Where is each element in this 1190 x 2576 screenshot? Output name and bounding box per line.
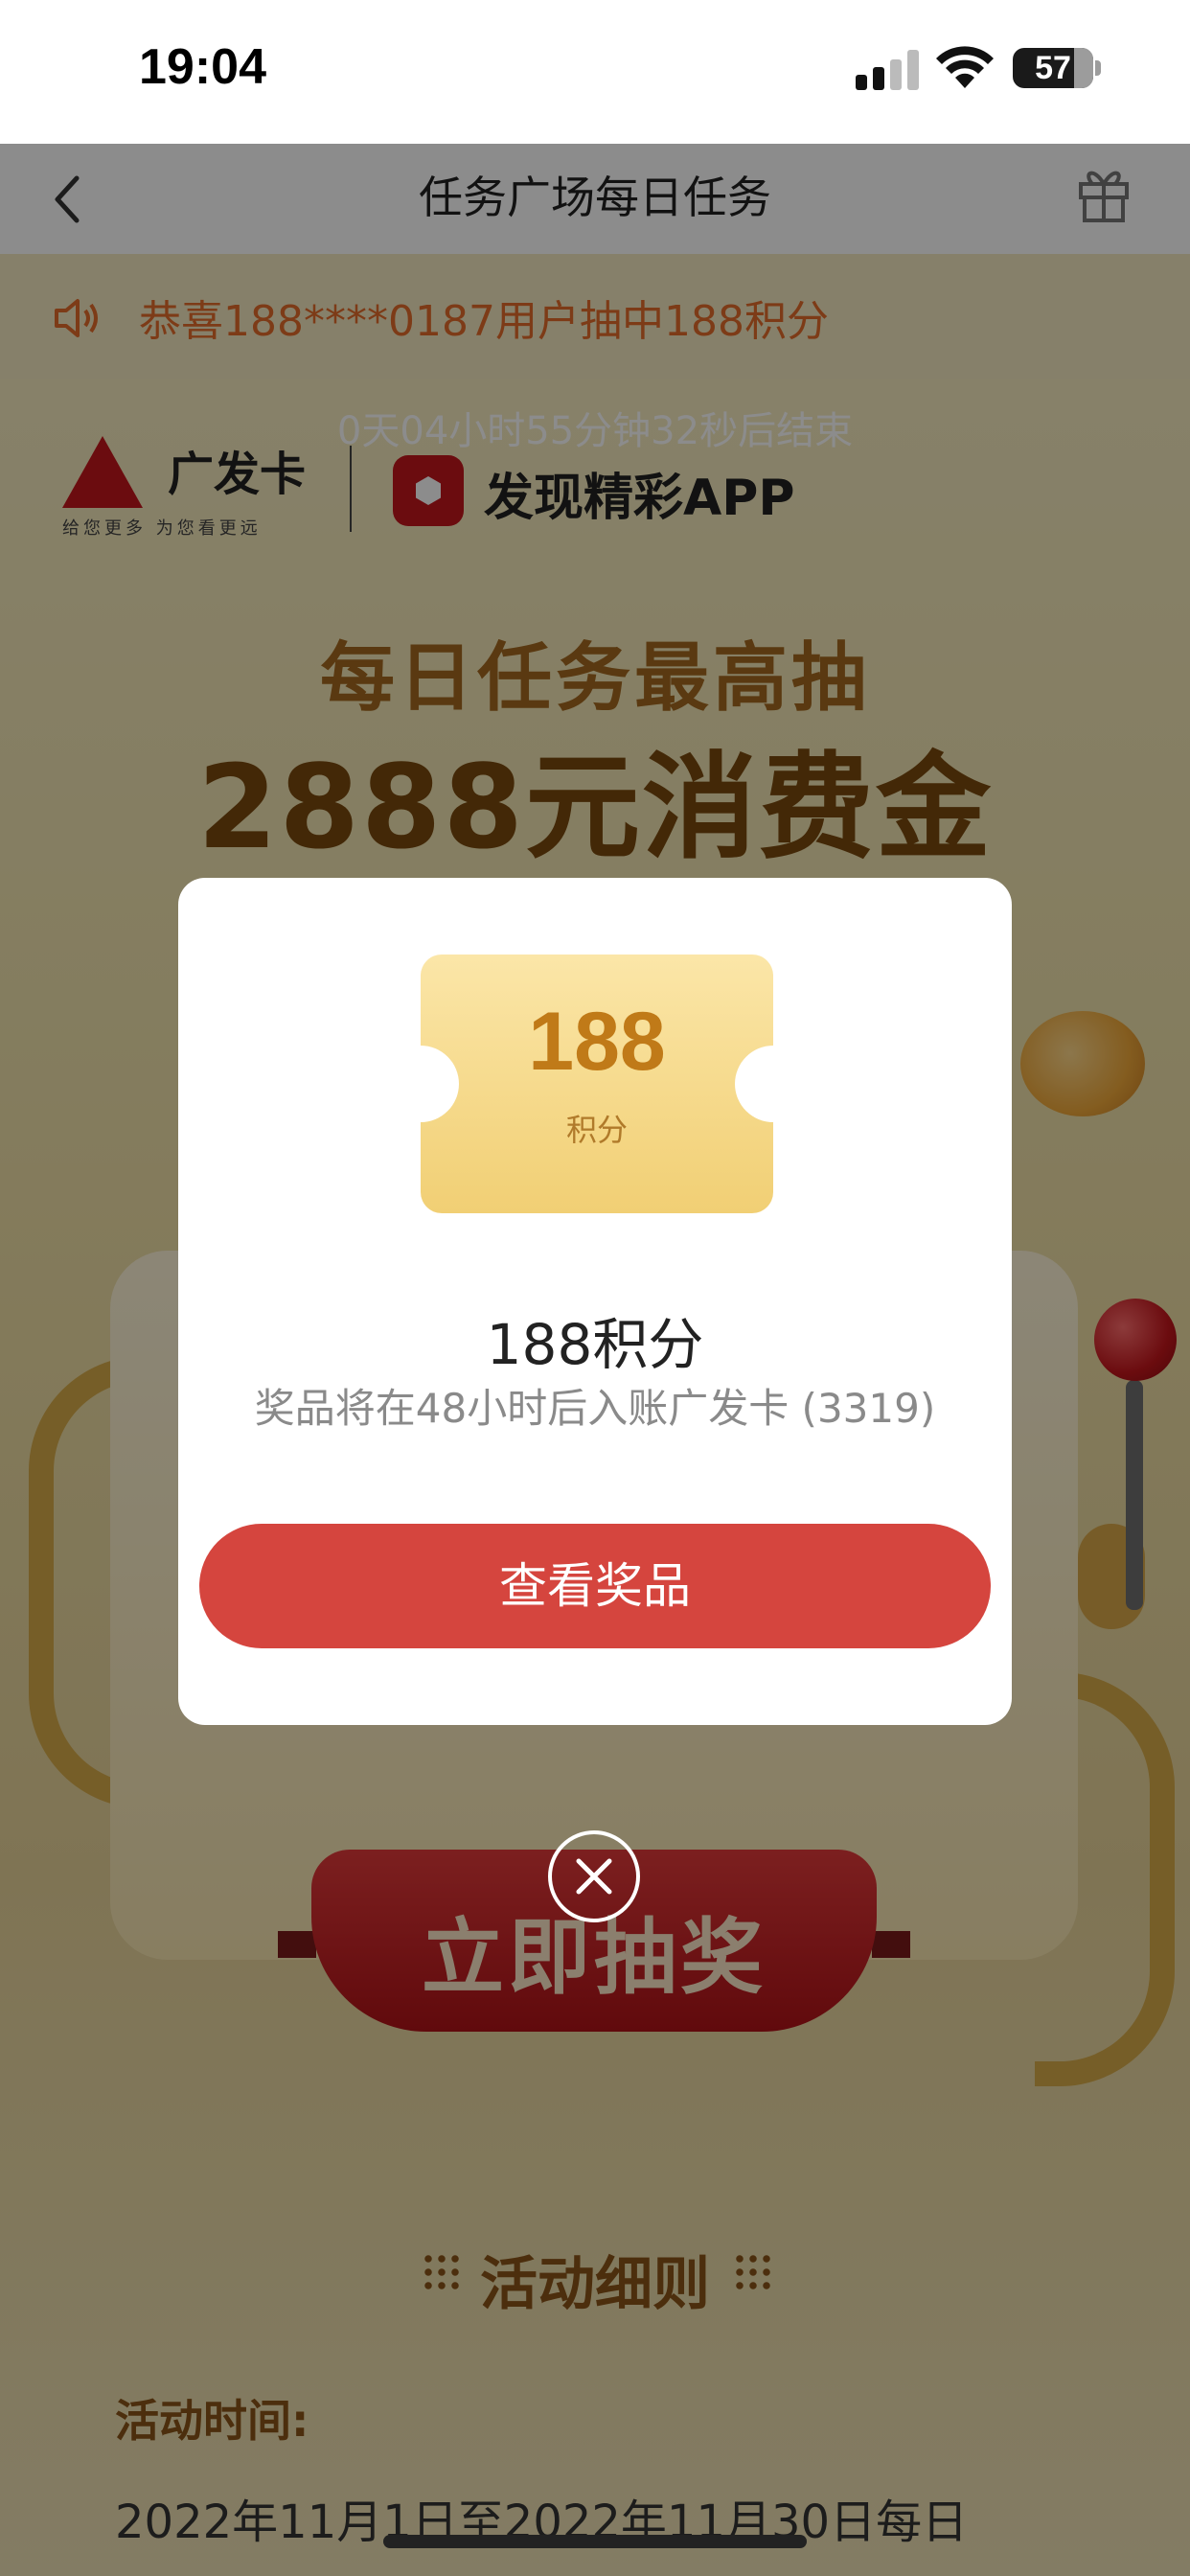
cellular-signal-icon [856,48,923,90]
prize-modal: 188 积分 188积分 奖品将在48小时后入账广发卡 (3319) 查看奖品 [178,878,1012,1725]
points-coupon: 188 积分 [421,954,773,1213]
wifi-icon [936,46,994,88]
prize-description: 奖品将在48小时后入账广发卡 (3319) [254,1385,936,1432]
close-modal-button[interactable] [548,1830,640,1922]
battery-icon: 57 [1013,48,1093,88]
view-prize-button[interactable]: 查看奖品 [199,1524,991,1648]
battery-level: 57 [1035,50,1071,86]
battery-tip [1095,60,1101,76]
status-bar: 19:04 57 [0,0,1190,144]
coupon-unit: 积分 [565,1112,628,1148]
prize-name: 188积分 [486,1312,704,1377]
status-time: 19:04 [139,39,266,95]
home-indicator[interactable] [383,2535,807,2548]
close-icon [576,1858,612,1895]
coupon-value: 188 [528,996,666,1088]
